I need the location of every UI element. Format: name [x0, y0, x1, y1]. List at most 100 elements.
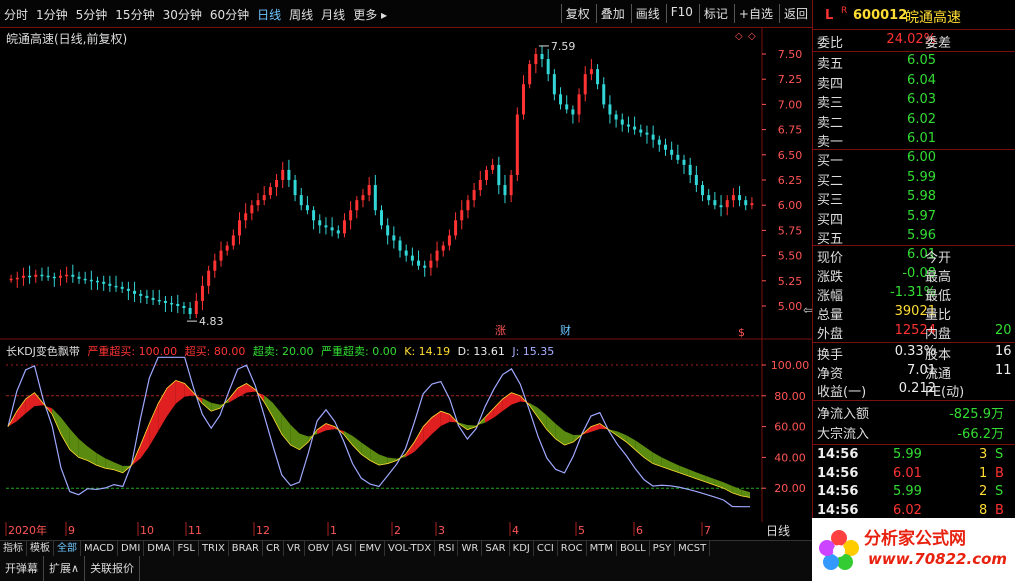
candle-body [589, 69, 593, 75]
indicator-tab-模板[interactable]: 模板 [27, 541, 54, 556]
ask-row-1: 卖四 6.04 [813, 73, 1015, 93]
candle-body [497, 164, 501, 186]
flow-row-0-label: 净流入额 [817, 407, 870, 422]
bottom-button-0[interactable]: 开弹幕 [0, 556, 44, 581]
candle-body [404, 250, 408, 256]
collapse-arrow-icon[interactable]: ⇦ [803, 303, 812, 317]
indicator-tab-asi[interactable]: ASI [333, 541, 357, 556]
bottom-button-1[interactable]: 扩展∧ [44, 556, 86, 581]
kdj-legend-item-0: 严重超买: 100.00 [87, 345, 178, 358]
ask-row-1-value: 6.04 [907, 72, 936, 88]
kdj-legend-item-1: 超买: 80.00 [181, 345, 246, 358]
indicator-tab-boll[interactable]: BOLL [617, 541, 650, 556]
candle-body [287, 169, 291, 180]
candle-body [40, 274, 44, 277]
indicator-tab-mcst[interactable]: MCST [675, 541, 711, 556]
period-tab-3[interactable]: 15分钟 [115, 6, 154, 23]
indicator-tab-全部[interactable]: 全部 [54, 541, 81, 556]
candle-body [71, 274, 75, 277]
candle-body [608, 104, 612, 115]
candle-body [540, 54, 544, 60]
action-button-6[interactable]: 返回 [778, 4, 812, 23]
period-tab-8[interactable]: 月线 [321, 6, 345, 23]
logo-site: www.70822.com [868, 550, 1008, 568]
indicator-tab-指标[interactable]: 指标 [0, 541, 27, 556]
indicator-tab-fsl[interactable]: FSL [174, 541, 199, 556]
r-badge[interactable]: R [841, 6, 847, 16]
indicator-tab-kdj[interactable]: KDJ [510, 541, 534, 556]
kdj-indicator-chart[interactable]: 100.00 80.00 60.00 40.00 20.00 [0, 340, 812, 522]
period-tab-9[interactable]: 更多 ▸ [353, 6, 387, 23]
period-tab-4[interactable]: 30分钟 [163, 6, 202, 23]
kdj-legend-item-4: K: 14.19 [400, 345, 451, 358]
candle-body [373, 185, 377, 211]
indicator-tab-brar[interactable]: BRAR [229, 541, 263, 556]
candle-body [139, 293, 143, 296]
indicator-tab-psy[interactable]: PSY [650, 541, 676, 556]
indicator-tab-wr[interactable]: WR [458, 541, 483, 556]
tick-price: 6.01 [893, 465, 922, 481]
bottom-button-2[interactable]: 关联报价 [85, 556, 141, 581]
action-button-4[interactable]: 标记 [698, 4, 732, 23]
indicator-tab-macd[interactable]: MACD [81, 541, 118, 556]
indicator-tab-roc[interactable]: ROC [558, 541, 587, 556]
candle-body [614, 114, 618, 120]
date-tick-label: 11 [188, 524, 202, 537]
candle-body [503, 185, 507, 196]
candle-body [213, 260, 217, 271]
candle-body [639, 129, 643, 133]
candle-body [657, 139, 661, 145]
indicator-tab-trix[interactable]: TRIX [199, 541, 229, 556]
candle-body [188, 308, 192, 315]
indicator-tab-emv[interactable]: EMV [356, 541, 385, 556]
indicator-tab-cr[interactable]: CR [263, 541, 284, 556]
tick-price: 5.99 [893, 447, 922, 462]
tick-time: 14:56 [817, 465, 859, 481]
period-tab-5[interactable]: 60分钟 [210, 6, 249, 23]
l-badge[interactable]: L [825, 8, 833, 23]
price-tick-label: 7.50 [778, 48, 803, 61]
candle-body [750, 203, 754, 206]
diamond-icon[interactable]: ◇ [735, 31, 743, 42]
indicator-tab-sar[interactable]: SAR [482, 541, 510, 556]
candle-body [268, 187, 272, 196]
action-button-1[interactable]: 叠加 [595, 4, 629, 23]
candle-body [663, 144, 667, 150]
fund-row-1-value2: 11 [995, 362, 1012, 378]
indicator-tab-dmi[interactable]: DMI [118, 541, 145, 556]
period-tab-6[interactable]: 日线 [257, 6, 281, 23]
fund-row-2-label2: PE(动) [925, 385, 965, 400]
event-marker-cai[interactable]: 财 [560, 323, 571, 337]
event-marker-zhang[interactable]: 涨 [495, 324, 506, 337]
kdj-name: 长KDJ变色飘带 [6, 345, 80, 358]
period-tab-7[interactable]: 周线 [289, 6, 313, 23]
candle-body [65, 274, 69, 277]
indicator-tab-vol-tdx[interactable]: VOL-TDX [385, 541, 436, 556]
action-button-0[interactable]: 复权 [560, 4, 594, 23]
ask-row-3-value: 6.02 [907, 111, 936, 127]
candle-body [77, 276, 81, 279]
indicator-tab-mtm[interactable]: MTM [587, 541, 617, 556]
candle-body [454, 220, 458, 236]
fund-row-0-label: 换手 [817, 348, 844, 363]
period-tab-2[interactable]: 5分钟 [76, 6, 108, 23]
chart-title: 皖通高速(日线,前复权) [6, 32, 128, 46]
indicator-tab-rsi[interactable]: RSI [435, 541, 459, 556]
quote-row-0-label: 现价 [817, 251, 844, 266]
ask-row-4: 卖一 6.01 [813, 131, 1015, 151]
action-button-3[interactable]: F10 [665, 4, 697, 23]
date-tick-label: 12 [256, 524, 270, 537]
candle-body [355, 200, 359, 211]
action-button-5[interactable]: +自选 [733, 4, 777, 23]
period-tab-0[interactable]: 分时 [4, 6, 28, 23]
ask-row-2-value: 6.03 [907, 92, 936, 107]
price-candlestick-chart[interactable]: 7.50 7.25 7.00 6.75 6.50 6.25 6.00 5.75 5.50 5.25… [0, 28, 812, 340]
period-tab-1[interactable]: 1分钟 [36, 6, 68, 23]
action-button-2[interactable]: 画线 [630, 4, 664, 23]
indicator-tab-dma[interactable]: DMA [144, 541, 175, 556]
event-marker-dollar[interactable]: $ [738, 326, 745, 339]
indicator-tab-obv[interactable]: OBV [305, 541, 333, 556]
indicator-tab-cci[interactable]: CCI [534, 541, 558, 556]
indicator-tab-vr[interactable]: VR [284, 541, 305, 556]
diamond-icon[interactable]: ◇ [748, 31, 756, 42]
